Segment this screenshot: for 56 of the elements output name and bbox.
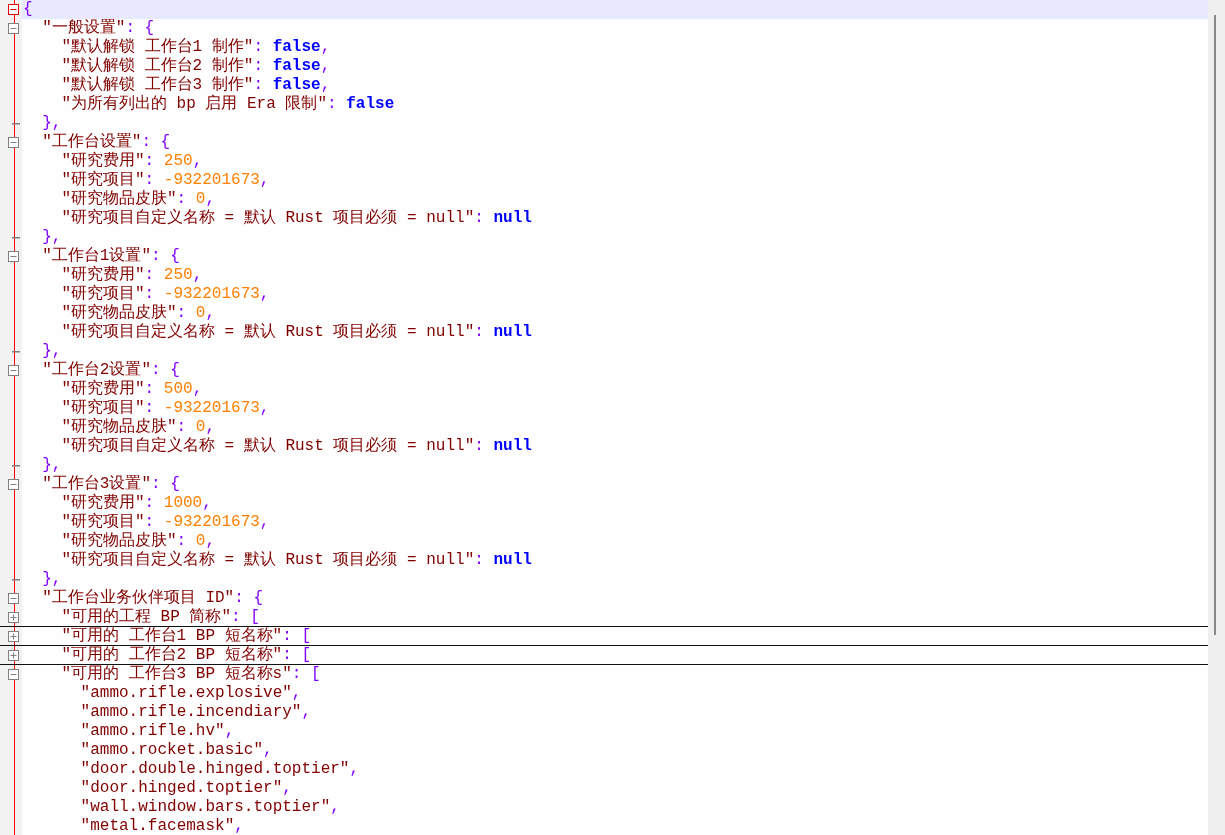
code-line: },: [41, 114, 63, 133]
code-line: "研究物品皮肤": 0,: [60, 190, 217, 208]
scrollbar-thumb[interactable]: [1214, 15, 1216, 635]
expand-icon[interactable]: [7, 611, 19, 623]
code-line: "为所有列出的 bp 启用 Era 限制": false: [60, 95, 396, 114]
code-line: "默认解锁 工作台1 制作": false,: [60, 38, 332, 57]
code-line: "ammo.rifle.explosive",: [79, 684, 303, 703]
code-line: },: [41, 228, 63, 247]
code-line: "工作台3设置": {: [41, 475, 181, 493]
collapse-icon[interactable]: [7, 137, 19, 148]
expand-icon[interactable]: [7, 630, 19, 642]
code-line: "研究项目": -932201673,: [60, 171, 271, 189]
code-line: "工作台2设置": {: [41, 361, 181, 379]
code-line: "door.double.hinged.toptier",: [79, 760, 361, 779]
collapse-icon[interactable]: [7, 251, 19, 262]
collapse-icon[interactable]: [7, 669, 19, 680]
code-line: "默认解锁 工作台2 制作": false,: [60, 57, 332, 76]
code-line: "ammo.rifle.hv",: [79, 722, 236, 741]
code-line: "工作台设置": {: [41, 133, 172, 151]
code-line: },: [41, 342, 63, 361]
code-line: "研究物品皮肤": 0,: [60, 532, 217, 550]
code-line: "工作台1设置": {: [41, 247, 181, 265]
code-line: "研究项目自定义名称 = 默认 Rust 项目必须 = null": null: [60, 437, 533, 456]
code-line: "可用的 工作台2 BP 短名称": [: [60, 646, 313, 664]
code-line: "一般设置": {: [41, 19, 156, 38]
code-line: "door.hinged.toptier",: [79, 779, 293, 798]
code-line: "研究项目自定义名称 = 默认 Rust 项目必须 = null": null: [60, 551, 533, 570]
code-line: "可用的 工作台3 BP 短名称s": [: [60, 665, 322, 684]
code-line: "研究费用": 500,: [60, 380, 204, 398]
code-line: "研究项目": -932201673,: [60, 513, 271, 531]
code-line: "可用的 工作台1 BP 短名称": [: [60, 627, 313, 645]
code-line: "工作台业务伙伴项目 ID": {: [41, 589, 265, 608]
expand-icon[interactable]: [7, 649, 19, 661]
code-line: "研究项目": -932201673,: [60, 285, 271, 303]
code-line: },: [41, 570, 63, 589]
code-line: "研究费用": 250,: [60, 266, 204, 284]
collapse-icon[interactable]: [7, 23, 19, 34]
code-line: "可用的工程 BP 简称": [: [60, 608, 261, 626]
collapse-icon[interactable]: [7, 593, 19, 604]
code-line: "wall.window.bars.toptier",: [79, 798, 341, 817]
scrollbar[interactable]: [1208, 0, 1225, 835]
code-line: "研究费用": 1000,: [60, 494, 213, 512]
code-line: "metal.facemask",: [79, 817, 245, 835]
code-line: },: [41, 456, 63, 475]
collapse-icon[interactable]: [7, 479, 19, 490]
code-line: "研究项目": -932201673,: [60, 399, 271, 417]
code-line: "默认解锁 工作台3 制作": false,: [60, 76, 332, 94]
code-line: "ammo.rifle.incendiary",: [79, 703, 313, 722]
code-line: "研究项目自定义名称 = 默认 Rust 项目必须 = null": null: [60, 323, 533, 342]
code-line: "研究物品皮肤": 0,: [60, 304, 217, 322]
code-line: "研究费用": 250,: [60, 152, 204, 170]
code-line: "ammo.rocket.basic",: [79, 741, 274, 760]
code-line: "研究项目自定义名称 = 默认 Rust 项目必须 = null": null: [60, 209, 533, 228]
code-line: "研究物品皮肤": 0,: [60, 418, 217, 436]
collapse-icon[interactable]: [7, 4, 19, 15]
collapse-icon[interactable]: [7, 365, 19, 376]
